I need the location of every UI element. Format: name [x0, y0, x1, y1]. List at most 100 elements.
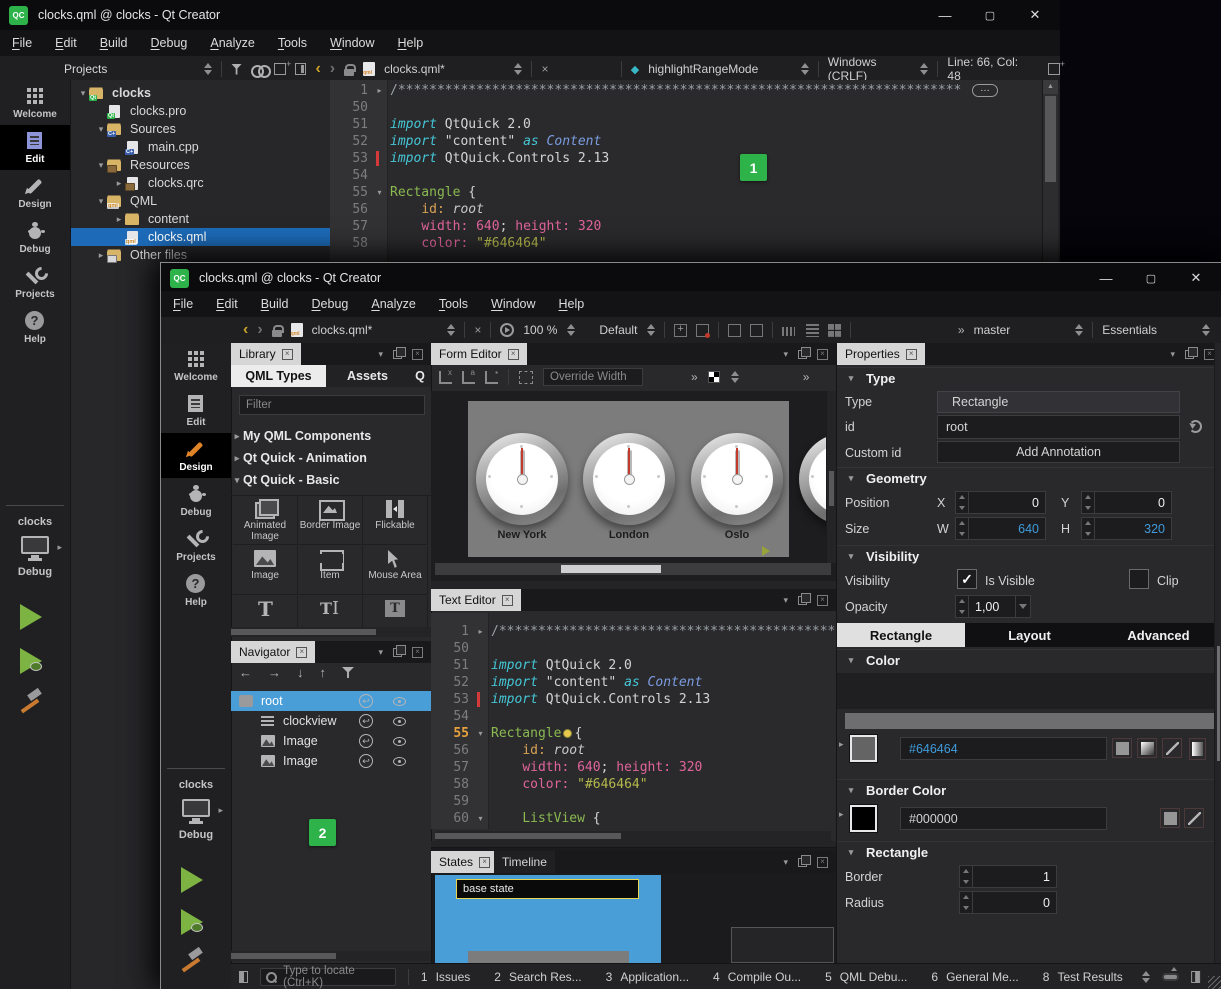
dock-menu-icon[interactable]: ▾: [378, 647, 383, 658]
build-button[interactable]: [179, 949, 205, 975]
document-combo-arrows-icon[interactable]: [513, 62, 522, 76]
output-pane-button[interactable]: 3Application...: [606, 970, 689, 984]
export-icon[interactable]: ↩: [359, 714, 373, 728]
inner-code-editor[interactable]: 1▸/*************************************…: [431, 613, 836, 829]
fold-marker-icon[interactable]: ▾: [473, 725, 488, 742]
library-component[interactable]: [233, 596, 298, 627]
zoom-arrows-icon[interactable]: [730, 370, 739, 384]
branch-selector[interactable]: master: [974, 323, 1011, 337]
add-annotation-button[interactable]: Add Annotation: [937, 441, 1180, 463]
menu-build[interactable]: Build: [261, 297, 289, 311]
solid-color-button[interactable]: [1160, 808, 1180, 828]
form-editor-vscrollbar[interactable]: [826, 391, 836, 563]
library-group[interactable]: ▾Qt Quick - Basic: [231, 469, 431, 491]
encoding-combo-arrows-icon[interactable]: [919, 62, 928, 76]
tree-expander-icon[interactable]: ▸: [95, 250, 107, 261]
close-dock-icon[interactable]: ×: [412, 349, 423, 360]
clip-checkbox[interactable]: [1129, 569, 1149, 589]
navigator-tab[interactable]: Navigator×: [231, 641, 315, 663]
group-expander-icon[interactable]: ▸: [231, 453, 243, 464]
scrollbar-thumb[interactable]: [231, 953, 336, 959]
properties-tab[interactable]: Properties×: [837, 343, 925, 365]
menu-build[interactable]: Build: [100, 36, 128, 50]
toggle-right-sidebar-icon[interactable]: [1191, 971, 1200, 983]
no-snapping-icon[interactable]: x: [439, 371, 452, 384]
tree-expander-icon[interactable]: ▾: [77, 88, 89, 99]
dock-menu-icon[interactable]: ▾: [378, 349, 383, 360]
debug-run-button[interactable]: [20, 648, 70, 674]
editor-vertical-scrollbar[interactable]: ▲: [1042, 80, 1058, 262]
show-filmstrip-icon[interactable]: [782, 327, 795, 336]
output-pane-button[interactable]: 4Compile Ou...: [713, 970, 801, 984]
style-selector[interactable]: Default: [599, 323, 637, 337]
close-dock-icon[interactable]: ×: [412, 647, 423, 658]
tab-qml-types[interactable]: QML Types: [231, 365, 326, 387]
add-state-placeholder[interactable]: [731, 927, 834, 963]
form-editor-canvas-area[interactable]: New YorkLondonOslo: [431, 391, 836, 581]
tab-layout[interactable]: Layout: [965, 623, 1094, 647]
float-dock-icon[interactable]: [393, 350, 402, 359]
tab-close-icon[interactable]: ×: [502, 595, 513, 606]
menu-debug[interactable]: Debug: [151, 36, 188, 50]
output-pane-button[interactable]: 5QML Debu...: [825, 970, 907, 984]
solid-color-button[interactable]: [1112, 738, 1132, 758]
output-pane-button[interactable]: 1Issues: [421, 970, 470, 984]
go-back-icon[interactable]: ‹: [243, 322, 248, 338]
timeline-tab[interactable]: Timeline: [494, 851, 555, 873]
scrollbar-thumb[interactable]: [231, 629, 376, 635]
tab-close-icon[interactable]: ×: [508, 349, 519, 360]
float-dock-icon[interactable]: [798, 596, 807, 605]
tree-expander-icon[interactable]: ▾: [95, 124, 107, 135]
project-tree-item[interactable]: ▾QML: [71, 192, 330, 210]
states-tab[interactable]: States×: [431, 851, 498, 873]
library-component[interactable]: Flickable: [363, 496, 428, 545]
mode-edit[interactable]: Edit: [161, 388, 231, 433]
project-tree-item[interactable]: ▾clocks: [71, 84, 330, 102]
scrollbar-thumb[interactable]: [1045, 96, 1056, 182]
move-left-icon[interactable]: ←: [239, 665, 252, 680]
debug-run-button[interactable]: [181, 909, 231, 935]
symbol-selector[interactable]: highlightRangeMode: [648, 62, 758, 76]
text-editor-hscrollbar[interactable]: [435, 831, 831, 841]
section-border-color[interactable]: ▾Border Color: [837, 779, 1221, 801]
show-bounding-rects-icon[interactable]: [674, 324, 687, 337]
mode-edit[interactable]: Edit: [0, 125, 70, 170]
scrollbar-thumb[interactable]: [1217, 646, 1220, 761]
border-spinbox[interactable]: 1: [959, 865, 1057, 888]
section-visibility[interactable]: ▾Visibility: [837, 545, 1221, 567]
tree-expander-icon[interactable]: ▸: [113, 178, 125, 189]
symbol-combo-arrows-icon[interactable]: [800, 62, 809, 76]
projects-pane-selector[interactable]: Projects: [64, 62, 107, 76]
menu-tools[interactable]: Tools: [278, 36, 307, 50]
is-visible-checkbox[interactable]: ✓: [957, 569, 977, 589]
menu-help[interactable]: Help: [559, 297, 585, 311]
library-component[interactable]: Border Image: [298, 496, 363, 545]
menu-help[interactable]: Help: [398, 36, 424, 50]
tab-close-icon[interactable]: ×: [296, 647, 307, 658]
h-spinbox[interactable]: 320: [1081, 517, 1172, 540]
reset-id-icon[interactable]: [1189, 420, 1202, 433]
scrollbar-thumb[interactable]: [561, 565, 661, 573]
kit-expand-icon[interactable]: ▸: [57, 542, 62, 553]
show-bounds-icon[interactable]: [519, 371, 533, 384]
snap-anchors-icon[interactable]: a: [462, 371, 475, 384]
output-pane-button[interactable]: 2Search Res...: [494, 970, 581, 984]
text-editor-tab[interactable]: Text Editor×: [431, 589, 521, 611]
x-spinbox[interactable]: 0: [955, 491, 1046, 514]
visibility-eye-icon[interactable]: [393, 737, 406, 746]
group-expander-icon[interactable]: ▾: [231, 475, 243, 486]
dock-menu-icon[interactable]: ▾: [1170, 349, 1175, 360]
color-hex-input[interactable]: #646464: [900, 737, 1107, 760]
close-dock-icon[interactable]: ×: [817, 595, 828, 606]
move-up-icon[interactable]: ↑: [320, 665, 327, 680]
scrollbar-thumb[interactable]: [435, 833, 621, 839]
fold-marker-icon[interactable]: ▾: [372, 184, 387, 201]
maximize-button[interactable]: ▢: [1136, 267, 1166, 289]
close-document-icon[interactable]: ×: [474, 323, 481, 337]
overflow-chevron[interactable]: »: [958, 323, 965, 337]
border-color-swatch[interactable]: [850, 805, 877, 832]
clock-delegate[interactable]: London: [583, 433, 675, 525]
kit-selector[interactable]: ▸: [161, 799, 231, 817]
expand-border-color-icon[interactable]: ▸: [839, 809, 844, 820]
more-chevron[interactable]: »: [803, 370, 810, 384]
